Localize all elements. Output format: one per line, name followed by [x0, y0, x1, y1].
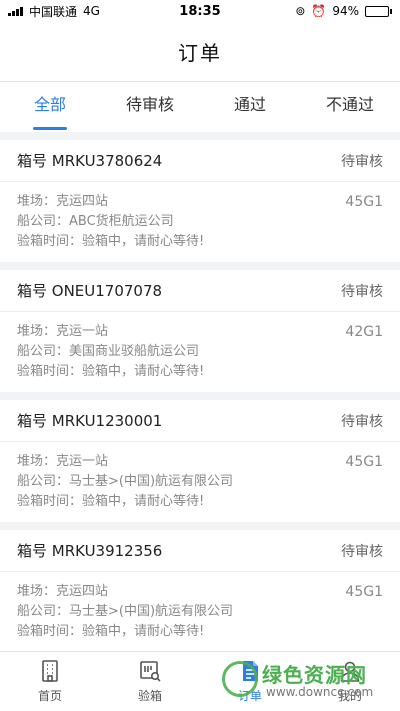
inspection-time: 验箱时间：验箱中，请耐心等待!	[17, 624, 205, 639]
inspection-time: 验箱时间：验箱中，请耐心等待!	[17, 234, 205, 249]
tabbar-home[interactable]: 首页	[0, 652, 100, 711]
status-left: 中国联通 4G	[8, 3, 100, 20]
order-card-header: 箱号 MRKU1230001 待审核	[0, 400, 400, 442]
shipping-company: 船公司：美国商业驳船航运公司	[17, 344, 200, 359]
tabbar-orders[interactable]: 订单	[200, 652, 300, 711]
tabbar-label: 验箱	[137, 689, 162, 703]
tabbar-label: 首页	[37, 689, 62, 703]
network-type: 4G	[83, 4, 100, 18]
filter-tabs: 全部 待审核 通过 不通过	[0, 82, 400, 132]
status-bar: 中国联通 4G 18:35 ⊚ ⏰ 94%	[0, 0, 400, 22]
page-title: 订单	[178, 41, 222, 65]
signal-icon	[8, 6, 23, 16]
container-size: 42G1	[345, 324, 383, 340]
order-card-header: 箱号 MRKU3780624 待审核	[0, 140, 400, 182]
status-badge: 待审核	[341, 153, 383, 170]
container-number: 箱号 MRKU3780624	[17, 152, 163, 170]
yard-info: 堆场：克运四站	[17, 194, 109, 209]
tabbar-inspect[interactable]: 验箱	[100, 652, 200, 711]
shipping-company: 船公司：马士基>(中国)航运有限公司	[17, 474, 234, 489]
shipping-company: 船公司：马士基>(中国)航运有限公司	[17, 604, 234, 619]
tab-pending[interactable]: 待审核	[100, 82, 200, 132]
inspect-icon	[140, 661, 161, 682]
status-badge: 待审核	[341, 543, 383, 560]
status-badge: 待审核	[341, 283, 383, 300]
tab-all[interactable]: 全部	[0, 82, 100, 132]
building-icon	[42, 660, 58, 682]
alarm-icon: ⏰	[311, 4, 327, 18]
inspection-time: 验箱时间：验箱中，请耐心等待!	[17, 494, 205, 509]
order-card-body: 堆场：克运一站 船公司：美国商业驳船航运公司 验箱时间：验箱中，请耐心等待! 4…	[0, 312, 400, 382]
container-number: 箱号 MRKU3912356	[17, 542, 163, 560]
container-size: 45G1	[345, 454, 383, 470]
order-card[interactable]: 箱号 ONEU1707078 待审核 堆场：克运一站 船公司：美国商业驳船航运公…	[0, 270, 400, 392]
carrier-name: 中国联通	[29, 4, 78, 19]
yard-info: 堆场：克运一站	[17, 454, 109, 469]
status-badge: 待审核	[341, 413, 383, 430]
order-card[interactable]: 箱号 MRKU3912356 待审核 堆场：克运四站 船公司：马士基>(中国)航…	[0, 530, 400, 652]
tabbar-label: 订单	[237, 689, 262, 703]
yard-info: 堆场：克运四站	[17, 584, 109, 599]
tabbar-label: 我的	[337, 689, 362, 703]
order-card-body: 堆场：克运一站 船公司：马士基>(中国)航运有限公司 验箱时间：验箱中，请耐心等…	[0, 442, 400, 512]
tab-approved[interactable]: 通过	[200, 82, 300, 132]
user-icon	[340, 661, 360, 682]
order-card-header: 箱号 MRKU3912356 待审核	[0, 530, 400, 572]
order-card[interactable]: 箱号 MRKU1230001 待审核 堆场：克运一站 船公司：马士基>(中国)航…	[0, 400, 400, 522]
order-card[interactable]: 箱号 MRKU3780624 待审核 堆场：克运四站 船公司：ABC货柜航运公司…	[0, 140, 400, 262]
inspection-time: 验箱时间：验箱中，请耐心等待!	[17, 364, 205, 379]
clock: 18:35	[179, 3, 221, 19]
order-list: 箱号 MRKU3780624 待审核 堆场：克运四站 船公司：ABC货柜航运公司…	[0, 140, 400, 660]
container-size: 45G1	[345, 194, 383, 210]
tabbar-profile[interactable]: 我的	[300, 652, 400, 711]
order-card-body: 堆场：克运四站 船公司：马士基>(中国)航运有限公司 验箱时间：验箱中，请耐心等…	[0, 572, 400, 642]
shipping-company: 船公司：ABC货柜航运公司	[17, 214, 174, 229]
order-card-header: 箱号 ONEU1707078 待审核	[0, 270, 400, 312]
orientation-lock-icon: ⊚	[295, 4, 306, 18]
container-size: 45G1	[345, 584, 383, 600]
container-number: 箱号 MRKU1230001	[17, 412, 163, 430]
status-right: ⊚ ⏰ 94%	[295, 4, 392, 18]
container-number: 箱号 ONEU1707078	[17, 282, 163, 300]
tab-rejected[interactable]: 不通过	[300, 82, 400, 132]
order-card-body: 堆场：克运四站 船公司：ABC货柜航运公司 验箱时间：验箱中，请耐心等待! 45…	[0, 182, 400, 252]
battery-percent: 94%	[332, 4, 359, 18]
document-icon	[243, 661, 258, 681]
nav-bar: 订单	[0, 22, 400, 82]
bottom-tab-bar: 首页 验箱 订单 我的	[0, 651, 400, 711]
battery-icon	[365, 5, 392, 17]
yard-info: 堆场：克运一站	[17, 324, 109, 339]
